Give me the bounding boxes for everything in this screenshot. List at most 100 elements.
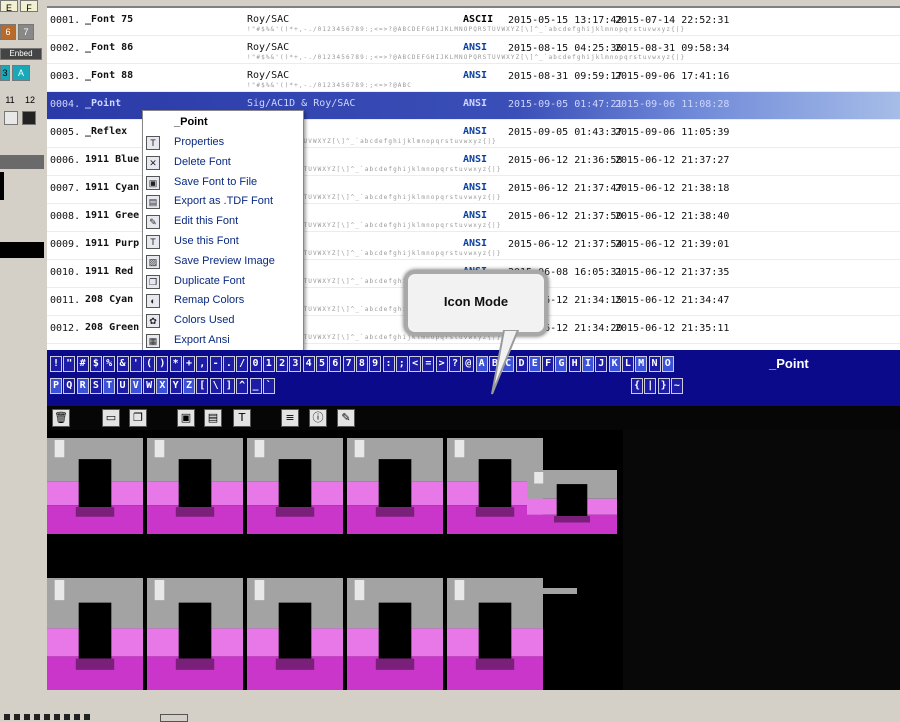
menu-item-duplicate-font[interactable]: ❐ Duplicate Font xyxy=(143,272,303,292)
key-f[interactable]: F xyxy=(20,0,38,13)
char-key[interactable]: # xyxy=(76,356,89,372)
char-key[interactable]: % xyxy=(103,356,116,372)
char-key[interactable]: ; xyxy=(395,356,408,372)
color-7[interactable]: 7 xyxy=(18,24,34,40)
char-key[interactable]: + xyxy=(183,356,195,372)
char-key[interactable]: N xyxy=(648,356,661,372)
char-key[interactable]: ) xyxy=(156,356,169,372)
char-key[interactable]: A xyxy=(475,356,488,372)
char-key[interactable]: . xyxy=(222,356,235,372)
char-key[interactable]: U xyxy=(116,378,129,394)
trash-icon[interactable]: 🗑 xyxy=(52,409,70,427)
char-key[interactable]: ^ xyxy=(236,378,249,394)
char-key[interactable]: Q xyxy=(63,378,76,394)
char-key[interactable]: W xyxy=(143,378,156,394)
char-key[interactable]: H xyxy=(568,356,581,372)
char-key[interactable]: & xyxy=(116,356,129,372)
char-key[interactable]: * xyxy=(169,356,182,372)
pen-icon[interactable]: ✎ xyxy=(337,409,355,427)
char-key[interactable]: K xyxy=(608,356,621,372)
char-key[interactable]: 8 xyxy=(355,356,368,372)
menu-item-remap-colors[interactable]: ◐ Remap Colors xyxy=(143,291,303,311)
char-key[interactable]: V xyxy=(129,378,142,394)
char-key[interactable]: @ xyxy=(462,356,475,372)
char-key[interactable]: 9 xyxy=(369,356,382,372)
char-key[interactable]: ( xyxy=(143,356,156,372)
char-key[interactable]: X xyxy=(156,378,169,394)
char-key[interactable]: F xyxy=(542,356,555,372)
char-key[interactable]: E xyxy=(528,356,541,372)
edit-icon: ✎ xyxy=(146,215,160,230)
char-key[interactable]: I xyxy=(582,356,594,372)
char-key[interactable]: 3 xyxy=(289,356,302,372)
glyph-block xyxy=(175,507,215,517)
menu-item-export-as-tdf-font[interactable]: ▤ Export as .TDF Font xyxy=(143,192,303,212)
copy-icon[interactable]: ❐ xyxy=(129,409,147,427)
char-key[interactable]: = xyxy=(422,356,435,372)
char-key[interactable]: 5 xyxy=(316,356,328,372)
menu-item-edit-this-font[interactable]: ✎ Edit this Font xyxy=(143,212,303,232)
char-key[interactable]: M xyxy=(635,356,648,372)
char-key[interactable]: O xyxy=(661,356,674,372)
font-row[interactable]: 0002. _Font 86 Roy/SAC !"#$%&'()*+,-./0123… xyxy=(47,36,900,64)
char-key[interactable]: > xyxy=(435,356,448,372)
char-key[interactable]: 2 xyxy=(276,356,289,372)
char-key[interactable]: 1 xyxy=(262,356,275,372)
char-key[interactable]: G xyxy=(555,356,568,372)
display-icon[interactable]: ▣ xyxy=(177,409,195,427)
char-key[interactable]: [ xyxy=(196,378,209,394)
info-icon[interactable]: ⓘ xyxy=(309,409,327,427)
menu-item-save-font-to-file[interactable]: ▣ Save Font to File xyxy=(143,173,303,193)
embed-label[interactable]: Enbed xyxy=(0,48,42,60)
small-button-right[interactable] xyxy=(22,111,36,125)
char-key[interactable]: 4 xyxy=(302,356,315,372)
char-key[interactable]: " xyxy=(63,356,76,372)
font-row[interactable]: 0001. _Font 75 Roy/SAC !"#$%&'()*+,-./0123… xyxy=(47,8,900,36)
char-key[interactable]: 0 xyxy=(249,356,262,372)
char-key[interactable]: R xyxy=(76,378,89,394)
char-key[interactable]: | xyxy=(644,378,657,394)
char-key[interactable]: ? xyxy=(449,356,461,372)
char-key[interactable]: 7 xyxy=(342,356,355,372)
char-key[interactable]: \ xyxy=(209,378,222,394)
char-key[interactable]: T xyxy=(103,378,116,394)
char-key[interactable]: _ xyxy=(249,378,262,394)
window-icon[interactable]: ▭ xyxy=(102,409,120,427)
char-key[interactable]: / xyxy=(236,356,249,372)
char-key[interactable]: ` xyxy=(262,378,275,394)
char-key[interactable]: Z xyxy=(183,378,195,394)
char-key[interactable]: { xyxy=(631,378,643,394)
char-key[interactable]: - xyxy=(209,356,222,372)
char-key[interactable]: } xyxy=(657,378,670,394)
font-row[interactable]: 0003. _Font 88 Roy/SAC !"#$%&'()*+,-./0123… xyxy=(47,64,900,92)
color-a[interactable]: A xyxy=(12,65,30,81)
char-key[interactable]: Y xyxy=(169,378,182,394)
text-icon[interactable]: ≡ xyxy=(281,409,299,427)
color-3[interactable]: 3 xyxy=(0,65,10,81)
save-icon[interactable]: ▤ xyxy=(204,409,222,427)
char-key[interactable]: ~ xyxy=(670,378,683,394)
char-key[interactable]: S xyxy=(89,378,102,394)
tdf-icon[interactable]: T xyxy=(233,409,251,427)
char-key[interactable]: ' xyxy=(129,356,142,372)
menu-item-use-this-font[interactable]: T Use this Font xyxy=(143,232,303,252)
menu-item-export-ansi[interactable]: ▦ Export Ansi xyxy=(143,331,303,351)
char-key[interactable]: , xyxy=(196,356,209,372)
menu-item-delete-font[interactable]: ✕ Delete Font xyxy=(143,153,303,173)
char-key[interactable]: ] xyxy=(222,378,235,394)
char-key[interactable]: 6 xyxy=(329,356,342,372)
menu-item-properties[interactable]: T Properties xyxy=(143,133,303,153)
char-key[interactable]: $ xyxy=(89,356,102,372)
char-key[interactable]: ! xyxy=(50,356,62,372)
char-key[interactable]: P xyxy=(50,378,62,394)
menu-item-save-preview-image[interactable]: ▨ Save Preview Image xyxy=(143,252,303,272)
char-key[interactable]: L xyxy=(621,356,634,372)
char-key[interactable]: : xyxy=(382,356,395,372)
small-button-left[interactable] xyxy=(4,111,18,125)
char-key[interactable]: J xyxy=(595,356,608,372)
status-box xyxy=(160,714,188,722)
menu-item-colors-used[interactable]: ✿ Colors Used xyxy=(143,311,303,331)
key-e[interactable]: E xyxy=(0,0,18,13)
char-key[interactable]: < xyxy=(409,356,422,372)
color-6[interactable]: 6 xyxy=(0,24,16,40)
